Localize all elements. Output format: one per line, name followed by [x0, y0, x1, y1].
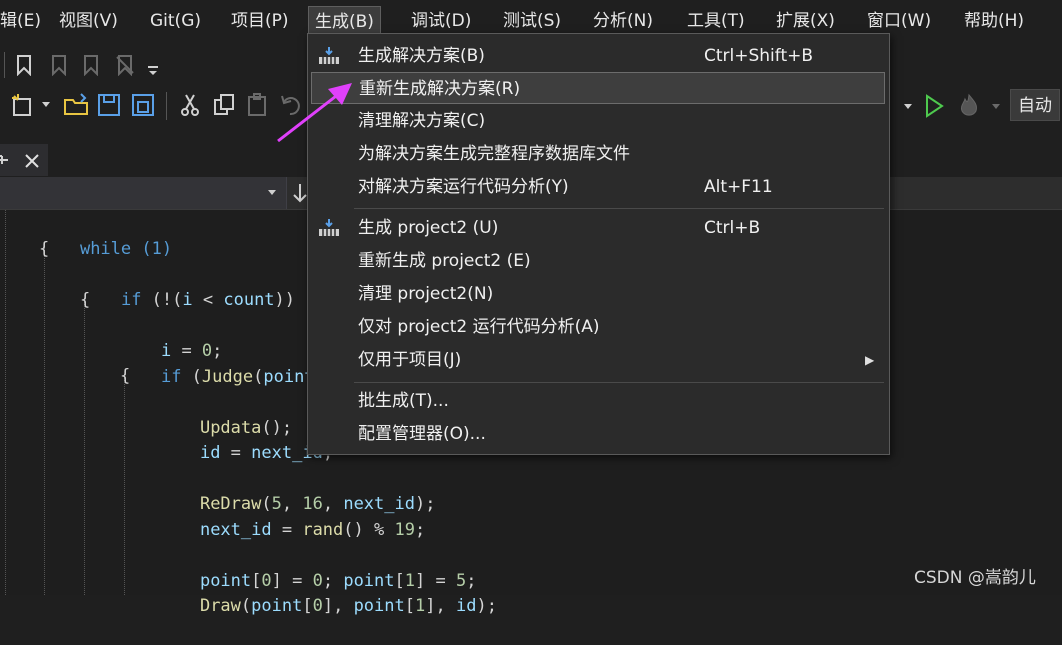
build-icon — [319, 219, 339, 236]
menu-project[interactable]: 项目(P) — [231, 0, 289, 42]
code-line: { — [120, 366, 131, 386]
dropdown-arrow-icon[interactable] — [902, 102, 914, 112]
code-line: Updata(); — [199, 418, 293, 438]
menu-item-label: 生成解决方案(B) — [358, 46, 485, 66]
indent-guide — [84, 298, 85, 595]
bookmark-icon[interactable] — [14, 54, 34, 76]
menu-item-build-project[interactable]: 生成 project2 (U) Ctrl+B — [308, 212, 889, 244]
menu-edit[interactable]: 辑(E) — [0, 0, 41, 42]
toolbar-separator — [4, 52, 5, 78]
indent-guide — [44, 246, 45, 595]
code-line: ReDraw(5, 16, next_id); — [199, 494, 436, 514]
bookmark-next-icon[interactable] — [80, 54, 102, 76]
paste-icon[interactable] — [246, 92, 270, 118]
indent-guide — [5, 210, 6, 595]
menu-separator — [354, 208, 884, 209]
menu-item-generate-pdb[interactable]: 为解决方案生成完整程序数据库文件 — [308, 138, 889, 170]
menu-item-label: 仅对 project2 运行代码分析(A) — [358, 317, 600, 337]
hot-reload-icon[interactable] — [956, 93, 982, 119]
code-line: while (1) — [39, 210, 172, 259]
menu-git[interactable]: Git(G) — [150, 0, 201, 42]
menu-item-shortcut: Ctrl+B — [704, 218, 761, 238]
chevron-down-icon — [268, 190, 276, 195]
menu-item-label: 清理解决方案(C) — [358, 111, 486, 131]
build-icon — [319, 47, 339, 64]
menu-item-clean-project[interactable]: 清理 project2(N) — [308, 278, 889, 310]
menu-item-project-only[interactable]: 仅用于项目(J) ▶ — [308, 344, 889, 376]
menu-item-label: 仅用于项目(J) — [358, 350, 462, 370]
menu-item-label: 为解决方案生成完整程序数据库文件 — [358, 144, 630, 164]
menu-view[interactable]: 视图(V) — [59, 0, 118, 42]
new-item-icon[interactable] — [10, 92, 36, 118]
menu-help[interactable]: 帮助(H) — [964, 0, 1024, 42]
menu-item-label: 批生成(T)... — [358, 391, 449, 411]
cut-icon[interactable] — [178, 92, 202, 118]
bookmark-prev-icon[interactable] — [48, 54, 70, 76]
menu-item-label: 清理 project2(N) — [358, 284, 494, 304]
copy-icon[interactable] — [212, 92, 236, 118]
build-menu-dropdown: 生成解决方案(B) Ctrl+Shift+B 重新生成解决方案(R) 清理解决方… — [307, 33, 890, 455]
dropdown-arrow-icon[interactable] — [990, 102, 1002, 112]
menu-item-label: 重新生成 project2 (E) — [358, 251, 531, 271]
menu-item-clean-solution[interactable]: 清理解决方案(C) — [308, 105, 889, 137]
open-folder-icon[interactable] — [63, 92, 91, 118]
watermark: CSDN @嵩韵儿 — [914, 568, 1036, 588]
menu-item-shortcut: Alt+F11 — [704, 177, 773, 197]
save-all-icon[interactable] — [130, 92, 156, 118]
auto-select[interactable]: 自动 — [1010, 89, 1060, 121]
code-line: next_id = rand() % 19; — [199, 520, 426, 540]
menu-item-label: 重新生成解决方案(R) — [359, 79, 521, 99]
toolbar-overflow-icon[interactable] — [147, 64, 159, 76]
code-line: if (!(i < count)) — [120, 290, 296, 310]
code-line: Draw(point[0], point[1], id); — [199, 596, 497, 616]
code-line: i = 0; — [160, 341, 223, 361]
code-line: { — [39, 239, 50, 259]
menu-item-build-solution[interactable]: 生成解决方案(B) Ctrl+Shift+B — [308, 40, 889, 72]
menu-item-run-code-analysis-solution[interactable]: 对解决方案运行代码分析(Y) Alt+F11 — [308, 171, 889, 203]
menu-item-rebuild-project[interactable]: 重新生成 project2 (E) — [308, 245, 889, 277]
annotation-arrow-icon — [277, 83, 352, 143]
code-line: point[0] = 0; point[1] = 5; — [199, 571, 477, 591]
save-icon[interactable] — [96, 92, 122, 118]
start-debug-icon[interactable] — [922, 93, 946, 119]
document-tab[interactable] — [0, 144, 48, 176]
menu-item-configuration-manager[interactable]: 配置管理器(O)... — [308, 418, 889, 450]
menu-item-label: 对解决方案运行代码分析(Y) — [358, 177, 569, 197]
scope-dropdown[interactable] — [0, 177, 287, 209]
dropdown-arrow-icon[interactable] — [40, 100, 52, 110]
menu-item-batch-build[interactable]: 批生成(T)... — [308, 385, 889, 417]
menu-item-rebuild-solution[interactable]: 重新生成解决方案(R) — [311, 72, 885, 104]
menu-separator — [354, 382, 884, 383]
menu-item-shortcut: Ctrl+Shift+B — [704, 46, 814, 66]
toolbar-separator — [166, 92, 167, 120]
code-text: while (1) — [79, 239, 173, 259]
menu-item-label: 生成 project2 (U) — [358, 218, 499, 238]
code-line: { — [80, 290, 91, 310]
submenu-arrow-icon: ▶ — [865, 353, 875, 367]
menu-item-run-code-analysis-project[interactable]: 仅对 project2 运行代码分析(A) — [308, 311, 889, 343]
pin-icon[interactable] — [0, 153, 10, 167]
menu-item-label: 配置管理器(O)... — [358, 424, 486, 444]
close-icon[interactable] — [24, 153, 40, 169]
bookmark-clear-icon[interactable] — [114, 54, 136, 76]
